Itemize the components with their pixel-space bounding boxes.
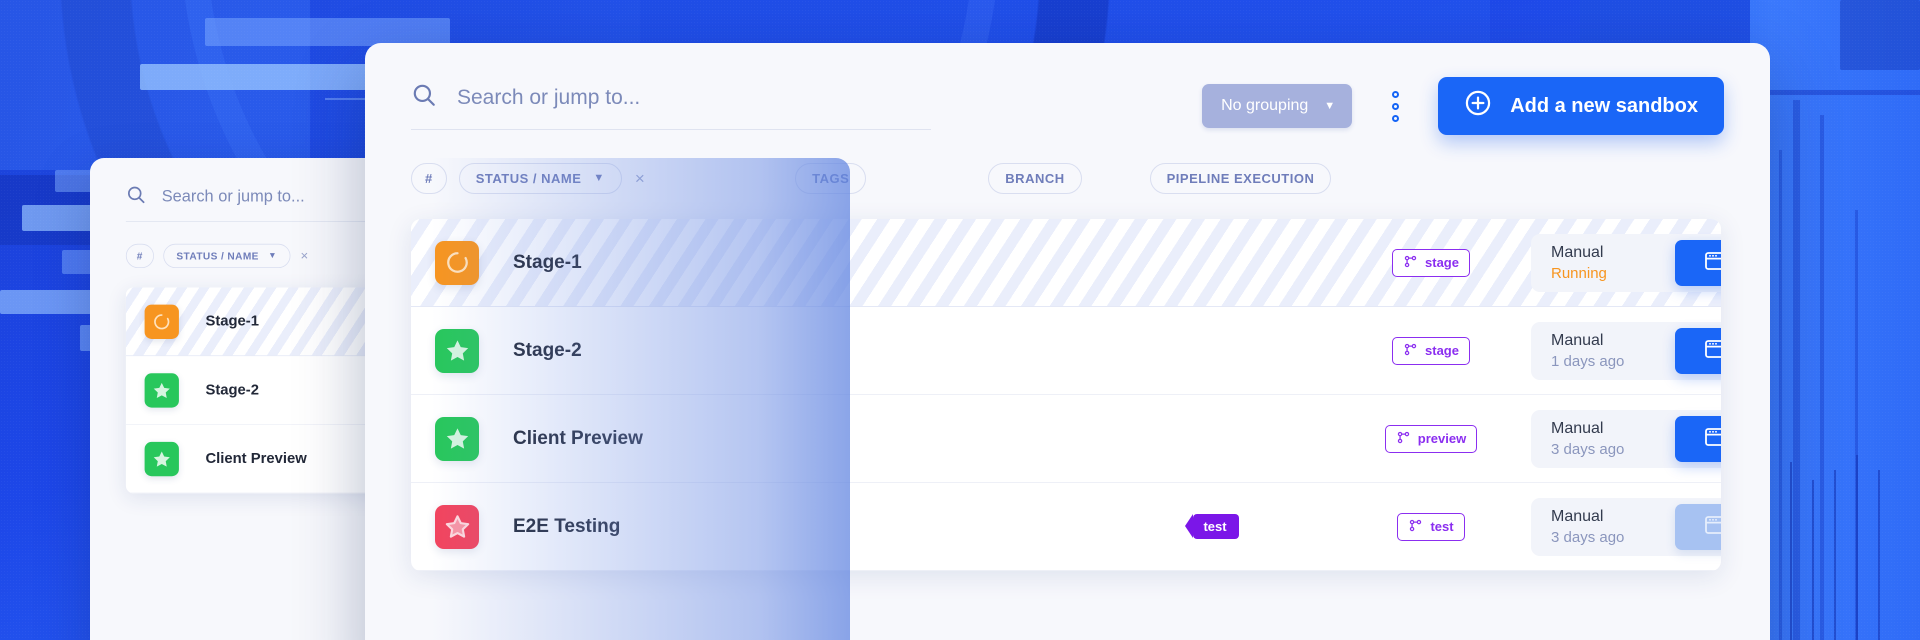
browser-window-icon <box>1703 513 1721 540</box>
search-container[interactable] <box>411 82 931 130</box>
execution-text: Manual 3 days ago <box>1551 508 1669 546</box>
branch-label: stage <box>1425 343 1459 358</box>
star-half-icon <box>435 504 479 549</box>
branch-label: preview <box>1417 431 1467 446</box>
kebab-dot <box>1391 114 1399 122</box>
execution-type: Manual <box>1551 331 1604 349</box>
star-icon <box>435 328 479 373</box>
branch-badge[interactable]: test <box>1397 512 1465 541</box>
branch-label: test <box>1430 519 1454 534</box>
sandbox-list: Stage-1 stage Manual Running Stage-2 sta… <box>411 219 1721 571</box>
branch-cell: stage <box>1331 336 1531 365</box>
chip-branch[interactable]: BRANCH <box>988 163 1082 194</box>
ghost-clear-icon: × <box>300 248 309 263</box>
ghost-row-name: Stage-2 <box>205 381 259 398</box>
branch-cell: test <box>1331 512 1531 541</box>
chip-pipeline-execution[interactable]: PIPELINE EXECUTION <box>1149 163 1332 194</box>
chevron-down-icon: ▼ <box>1324 99 1336 112</box>
sandbox-name: Stage-2 <box>513 339 582 361</box>
execution-box: Manual Running <box>1531 233 1721 292</box>
branch-label: stage <box>1425 255 1459 270</box>
browser-window-icon <box>1703 337 1721 364</box>
execution-text: Manual Running <box>1551 244 1669 282</box>
branch-cell: stage <box>1331 248 1531 277</box>
star-icon <box>144 441 179 476</box>
execution-box: Manual 3 days ago <box>1531 409 1721 468</box>
browser-window-icon <box>1703 425 1721 452</box>
grouping-dropdown[interactable]: No grouping ▼ <box>1202 84 1353 128</box>
branch-badge[interactable]: stage <box>1392 248 1470 277</box>
execution-type: Manual <box>1551 507 1604 525</box>
git-branch-icon <box>1403 342 1418 360</box>
search-icon <box>411 82 437 113</box>
table-row[interactable]: E2E Testing test test Manual 3 days ago <box>411 483 1721 571</box>
status-badge[interactable]: test <box>1185 514 1239 539</box>
sandbox-panel: No grouping ▼ Add a new sandbox # STATUS… <box>365 43 1770 640</box>
branch-cell: preview <box>1331 424 1531 453</box>
chip-hash[interactable]: # <box>411 163 447 194</box>
execution-box: Manual 1 days ago <box>1531 321 1721 380</box>
execution-cell: Manual 3 days ago <box>1531 497 1721 556</box>
execution-status: Running <box>1551 264 1607 282</box>
sandbox-name: Client Preview <box>513 427 643 449</box>
panel-header: No grouping ▼ Add a new sandbox <box>365 43 1770 135</box>
tag-cell: test <box>1101 514 1331 539</box>
open-sandbox-button[interactable] <box>1675 239 1721 286</box>
ghost-chip-hash: # <box>125 243 154 268</box>
execution-cell: Manual 3 days ago <box>1531 409 1721 468</box>
spinner-icon <box>144 304 179 339</box>
search-icon <box>126 185 146 209</box>
execution-text: Manual 1 days ago <box>1551 332 1669 370</box>
filter-chip-row: # STATUS / NAME ▼ × TAGS BRANCH PIPELINE… <box>365 135 1770 194</box>
execution-text: Manual 3 days ago <box>1551 420 1669 458</box>
chevron-down-icon: ▼ <box>268 250 278 261</box>
grouping-label: No grouping <box>1221 97 1309 114</box>
git-branch-icon <box>1403 254 1418 272</box>
ghost-row-name: Client Preview <box>205 450 307 467</box>
chevron-down-icon: ▼ <box>593 172 605 184</box>
open-sandbox-button[interactable] <box>1675 327 1721 374</box>
branch-badge[interactable]: preview <box>1384 424 1478 453</box>
ghost-row-name: Stage-1 <box>205 312 259 330</box>
search-input[interactable] <box>457 85 931 110</box>
branch-badge[interactable]: stage <box>1392 336 1470 365</box>
execution-type: Manual <box>1551 419 1604 437</box>
clear-sort-icon[interactable]: × <box>635 169 645 189</box>
star-icon <box>144 372 179 408</box>
kebab-dot <box>1391 90 1399 98</box>
kebab-dot <box>1391 102 1399 110</box>
execution-box: Manual 3 days ago <box>1531 497 1721 556</box>
execution-cell: Manual Running <box>1531 233 1721 292</box>
chip-status-name[interactable]: STATUS / NAME ▼ <box>458 163 622 194</box>
execution-status: 1 days ago <box>1551 352 1625 370</box>
add-new-sandbox-button[interactable]: Add a new sandbox <box>1438 77 1724 135</box>
table-row[interactable]: Client Preview preview Manual 3 days ago <box>411 395 1721 483</box>
ghost-chip-status-name: STATUS / NAME ▼ <box>163 243 291 268</box>
execution-cell: Manual 1 days ago <box>1531 321 1721 380</box>
star-icon <box>435 416 479 461</box>
add-new-sandbox-label: Add a new sandbox <box>1510 94 1698 117</box>
execution-type: Manual <box>1551 243 1604 261</box>
open-sandbox-button[interactable] <box>1675 415 1721 462</box>
sandbox-name: E2E Testing <box>513 515 621 537</box>
table-row[interactable]: Stage-2 stage Manual 1 days ago <box>411 307 1721 395</box>
browser-window-icon <box>1703 249 1721 276</box>
table-row[interactable]: Stage-1 stage Manual Running <box>411 219 1721 307</box>
ghost-chip-status-label: STATUS / NAME <box>176 250 259 262</box>
open-sandbox-button <box>1675 503 1721 550</box>
execution-status: 3 days ago <box>1551 528 1625 546</box>
chip-tags[interactable]: TAGS <box>795 163 867 194</box>
execution-status: 3 days ago <box>1551 440 1625 458</box>
git-branch-icon <box>1396 430 1411 448</box>
git-branch-icon <box>1408 518 1423 536</box>
sandbox-name: Stage-1 <box>513 251 582 273</box>
chip-status-name-label: STATUS / NAME <box>475 171 582 186</box>
spinner-icon <box>435 240 479 285</box>
more-vertical-icon[interactable] <box>1380 84 1410 128</box>
plus-circle-icon <box>1464 89 1492 123</box>
